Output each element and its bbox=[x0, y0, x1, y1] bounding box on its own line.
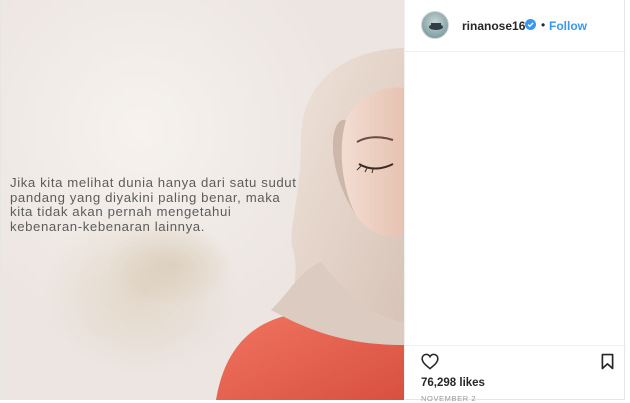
heart-icon[interactable] bbox=[421, 353, 439, 370]
avatar[interactable] bbox=[421, 11, 449, 39]
post-container: Jika kita melihat dunia hanya dari satu … bbox=[0, 0, 626, 403]
separator-dot: • bbox=[541, 18, 546, 32]
verified-badge-icon bbox=[525, 19, 536, 30]
likes-count[interactable]: 76,298 likes bbox=[421, 377, 485, 389]
follow-button[interactable]: Follow bbox=[549, 19, 587, 33]
post-header: rinanose16 • Follow bbox=[405, 0, 626, 52]
post-date: NOVEMBER 2 bbox=[421, 394, 477, 403]
post-side-panel: rinanose16 • Follow 76,298 likes NOVEMBE… bbox=[404, 0, 626, 403]
post-photo[interactable]: Jika kita melihat dunia hanya dari satu … bbox=[1, 0, 404, 400]
photo-quote-text: Jika kita melihat dunia hanya dari satu … bbox=[10, 175, 297, 234]
username-link[interactable]: rinanose16 bbox=[462, 19, 525, 33]
actions-divider bbox=[405, 345, 626, 346]
bookmark-icon[interactable] bbox=[601, 353, 614, 370]
avatar-image-icon bbox=[429, 23, 443, 30]
